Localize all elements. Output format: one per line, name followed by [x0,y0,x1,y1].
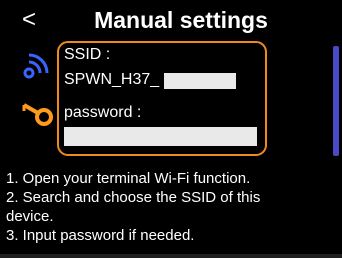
header: < Manual settings [0,0,342,40]
ssid-value: SPWN_H37_ [64,71,160,88]
instruction-line-3: device. [6,208,54,225]
instruction-line-2: 2. Search and choose the SSID of this [6,189,261,206]
back-button[interactable]: < [22,6,42,34]
ssid-label: SSID : [64,46,111,63]
ssid-redaction [164,73,236,89]
manual-settings-screen: < Manual settings SSID : SPWN_H37_ passw… [0,0,342,258]
instruction-line-4: 3. Input password if needed. [6,227,195,244]
page-title: Manual settings [94,7,268,33]
side-scroll-strip [333,46,339,156]
instructions: 1. Open your terminal Wi-Fi function. 2.… [6,169,336,245]
wifi-signal-icon [23,53,49,79]
password-redaction [64,127,257,146]
bottom-edge [0,254,342,258]
password-label: password : [64,104,142,121]
key-icon [22,103,53,126]
instruction-line-1: 1. Open your terminal Wi-Fi function. [6,170,251,187]
